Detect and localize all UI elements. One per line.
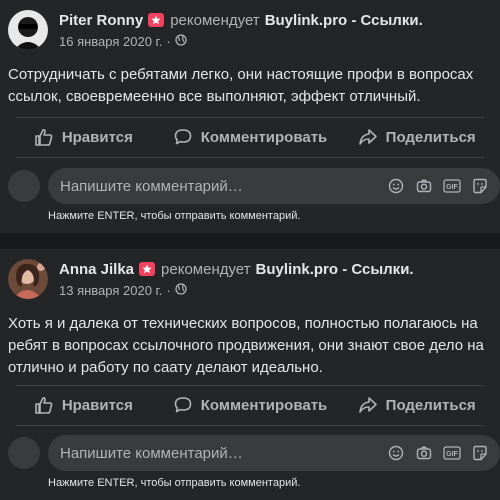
svg-text:GIF: GIF [446, 451, 458, 458]
avatar[interactable] [8, 259, 48, 299]
gif-icon[interactable]: GIF [440, 174, 464, 198]
divider [16, 385, 484, 386]
globe-icon [175, 282, 187, 298]
share-button[interactable]: Поделиться [333, 387, 500, 423]
comment-icon [174, 129, 192, 145]
like-icon [35, 128, 53, 146]
recommendation-post: Anna Jilka рекомендует Buylink.pro - Ссы… [0, 249, 500, 500]
post-header: Anna Jilka рекомендует Buylink.pro - Ссы… [8, 259, 414, 299]
post-date[interactable]: 16 января 2020 г. [59, 34, 162, 49]
recommends-label: рекомендует [161, 260, 251, 278]
divider [16, 117, 484, 118]
gif-icon[interactable]: GIF [440, 441, 464, 465]
page-link[interactable]: Buylink.pro - Ссылки [265, 12, 419, 29]
post-date[interactable]: 13 января 2020 г. [59, 283, 162, 298]
like-label: Нравится [61, 128, 133, 146]
avatar [8, 437, 40, 469]
comment-input[interactable]: Напишите комментарий… GIF [48, 168, 500, 204]
comment-placeholder: Напишите комментарий… [60, 177, 243, 195]
sticker-icon[interactable] [468, 174, 492, 198]
post-header: Piter Ronny рекомендует Buylink.pro - Сс… [8, 10, 423, 50]
like-label: Нравится [61, 396, 133, 414]
author-name[interactable]: Anna Jilka [59, 261, 134, 278]
page-suffix: . [409, 260, 414, 278]
comment-hint: Нажмите ENTER, чтобы отправить комментар… [48, 210, 301, 222]
comment-label: Комментировать [200, 396, 328, 414]
separator-dot: · [166, 33, 171, 49]
author-name[interactable]: Piter Ronny [59, 12, 143, 29]
comment-label: Комментировать [200, 128, 328, 146]
svg-text:GIF: GIF [446, 184, 458, 191]
share-icon [358, 397, 377, 413]
comment-hint: Нажмите ENTER, чтобы отправить комментар… [48, 477, 301, 489]
divider [16, 157, 484, 158]
globe-icon [175, 33, 187, 49]
recommends-label: рекомендует [170, 11, 260, 29]
avatar [8, 170, 40, 202]
emoji-icon[interactable] [384, 174, 408, 198]
like-icon [35, 396, 53, 414]
recommendation-post: Piter Ronny рекомендует Buylink.pro - Сс… [0, 0, 500, 233]
comment-composer: Напишите комментарий… GIF [8, 435, 500, 471]
share-label: Поделиться [385, 128, 476, 146]
post-actions: Нравится Комментировать Поделиться [0, 119, 500, 155]
share-icon [358, 129, 377, 145]
sticker-icon[interactable] [468, 441, 492, 465]
like-button[interactable]: Нравится [0, 387, 167, 423]
post-text: Сотрудничать с ребятами легко, они насто… [8, 66, 474, 105]
comment-placeholder: Напишите комментарий… [60, 444, 243, 462]
comment-composer: Напишите комментарий… GIF [8, 168, 500, 204]
share-button[interactable]: Поделиться [333, 119, 500, 155]
recommend-star-icon [139, 262, 156, 276]
separator-dot: · [166, 282, 171, 298]
page-link[interactable]: Buylink.pro - Ссылки [256, 261, 410, 278]
emoji-icon[interactable] [384, 441, 408, 465]
camera-icon[interactable] [412, 441, 436, 465]
comment-icon [174, 397, 192, 413]
comment-button[interactable]: Комментировать [167, 119, 334, 155]
divider [16, 425, 484, 426]
post-actions: Нравится Комментировать Поделиться [0, 387, 500, 423]
avatar[interactable] [8, 10, 48, 50]
post-separator [0, 233, 500, 249]
post-text: Хоть я и далека от технических вопросов,… [8, 315, 484, 376]
share-label: Поделиться [385, 396, 476, 414]
comment-button[interactable]: Комментировать [167, 387, 334, 423]
camera-icon[interactable] [412, 174, 436, 198]
comment-input[interactable]: Напишите комментарий… GIF [48, 435, 500, 471]
page-suffix: . [418, 11, 423, 29]
like-button[interactable]: Нравится [0, 119, 167, 155]
recommend-star-icon [148, 13, 165, 27]
